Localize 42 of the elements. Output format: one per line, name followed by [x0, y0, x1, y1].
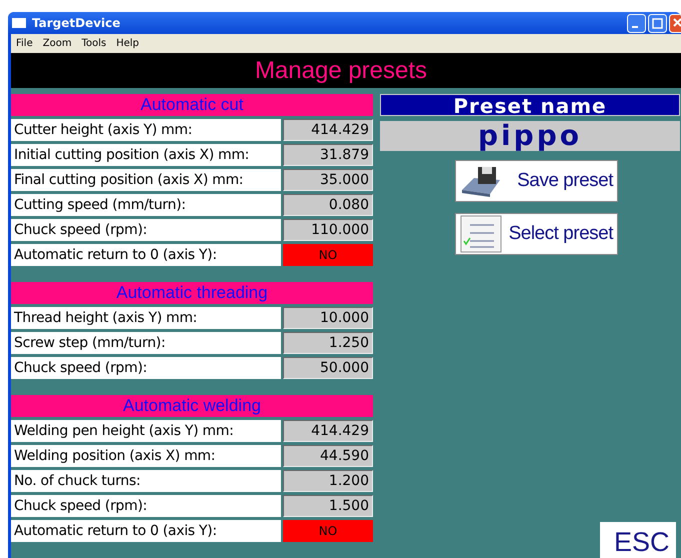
field-label: Cutter height (axis Y) mm:	[11, 119, 281, 141]
toggle-button[interactable]: NO	[283, 244, 373, 266]
save-preset-button[interactable]: Save preset	[455, 160, 618, 202]
window-title: TargetDevice	[32, 16, 122, 30]
select-preset-button[interactable]: Select preset	[455, 213, 618, 255]
field-label: Chuck speed (rpm):	[11, 219, 281, 241]
value-field[interactable]: 1.250	[283, 332, 373, 354]
field-label: Automatic return to 0 (axis Y):	[11, 520, 281, 542]
value-field[interactable]: 10.000	[283, 307, 373, 329]
preset-name-field[interactable]: pippo	[380, 121, 680, 151]
field-label: Welding pen height (axis Y) mm:	[11, 420, 281, 442]
value-field[interactable]: 50.000	[283, 357, 373, 379]
field-label: Chuck speed (rpm):	[11, 357, 281, 379]
field-label: Automatic return to 0 (axis Y):	[11, 244, 281, 266]
menu-item[interactable]: Zoom	[42, 38, 72, 49]
value-field[interactable]: 1.500	[283, 495, 373, 517]
value-field[interactable]: 414.429	[283, 420, 373, 442]
field-label: Welding position (axis X) mm:	[11, 445, 281, 467]
section-header: Automatic cut	[11, 94, 373, 116]
page-title: Manage presets	[254, 56, 428, 84]
preset-name-header: Preset name	[380, 94, 680, 116]
value-field[interactable]: 414.429	[283, 119, 373, 141]
section-header: Automatic threading	[11, 282, 373, 304]
field-label: No. of chuck turns:	[11, 470, 281, 492]
field-label: Screw step (mm/turn):	[11, 332, 281, 354]
menu-item[interactable]: Help	[116, 38, 140, 49]
value-field[interactable]: 31.879	[283, 144, 373, 166]
field-label: Thread height (axis Y) mm:	[11, 307, 281, 329]
field-label: Final cutting position (axis X) mm:	[11, 169, 281, 191]
menu-item[interactable]: Tools	[82, 38, 106, 49]
section-header: Automatic welding	[11, 395, 373, 417]
menu-item[interactable]: File	[16, 38, 33, 49]
esc-button[interactable]: ESC	[600, 522, 676, 558]
value-field[interactable]: 1.200	[283, 470, 373, 492]
value-field[interactable]: 44.590	[283, 445, 373, 467]
value-field[interactable]: 0.080	[283, 194, 373, 216]
field-label: Chuck speed (rpm):	[11, 495, 281, 517]
value-field[interactable]: 110.000	[283, 219, 373, 241]
toggle-button[interactable]: NO	[283, 520, 373, 542]
field-label: Initial cutting position (axis X) mm:	[11, 144, 281, 166]
value-field[interactable]: 35.000	[283, 169, 373, 191]
field-label: Cutting speed (mm/turn):	[11, 194, 281, 216]
